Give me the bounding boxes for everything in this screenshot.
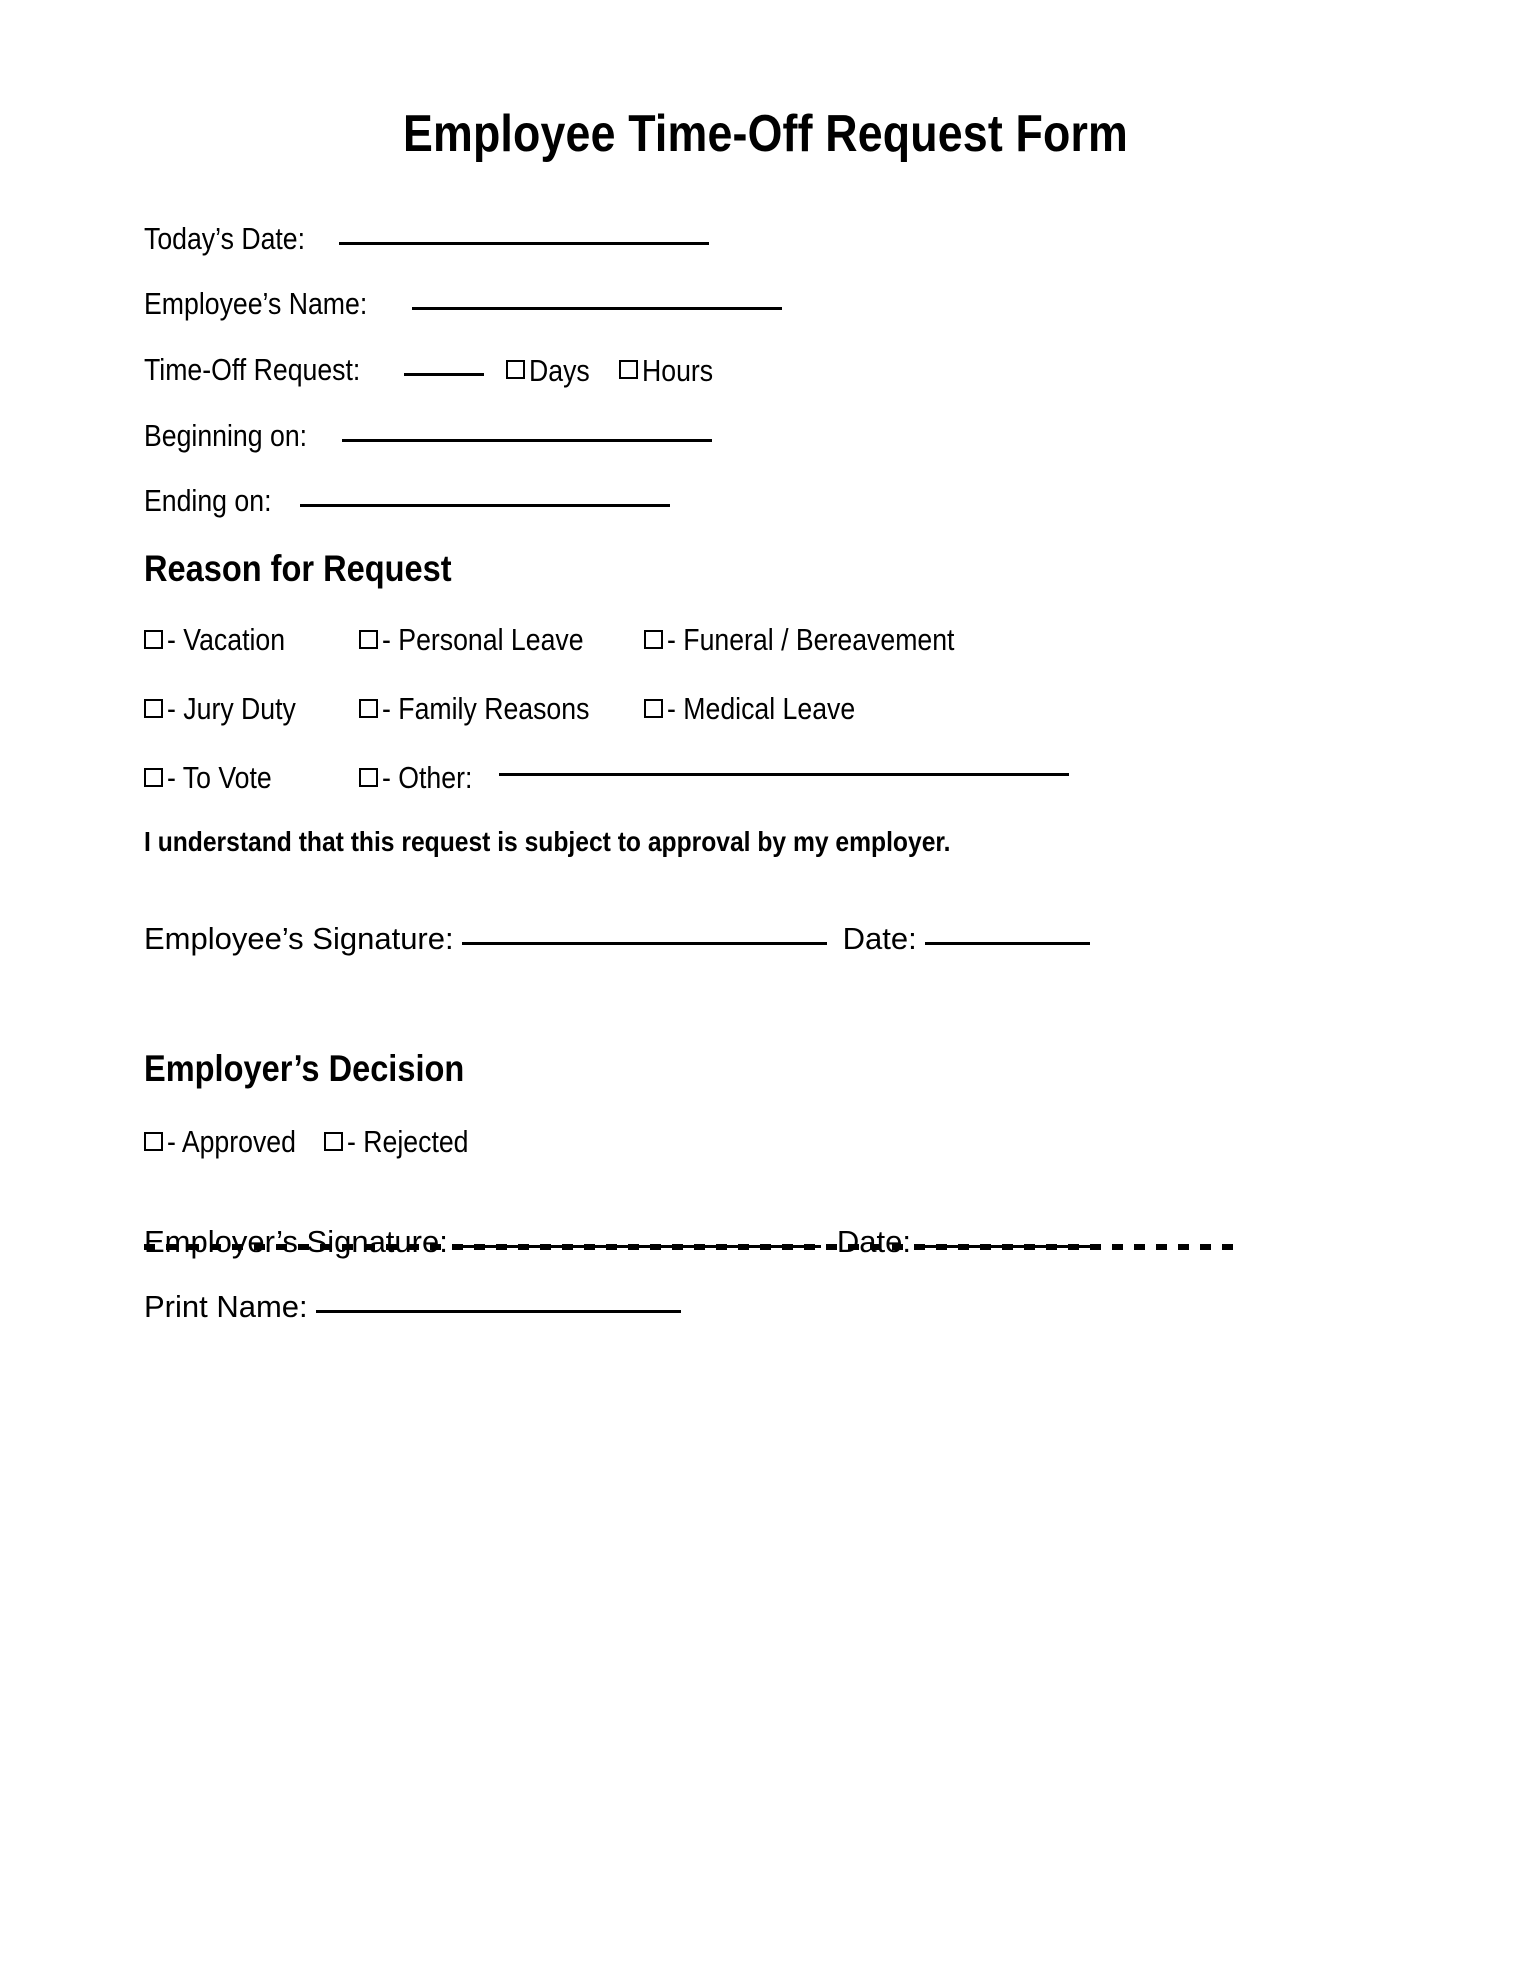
print-name-row: Print Name: xyxy=(144,1290,681,1324)
employer-section-heading-text: Employer’s Decision xyxy=(144,1048,465,1089)
employer-section-heading: Employer’s Decision xyxy=(144,1050,508,1087)
todays-date-input-rule[interactable] xyxy=(339,242,710,245)
reason-option-vacation-label: - Vacation xyxy=(167,622,286,657)
checkbox-icon-funeral-bereavement[interactable] xyxy=(644,629,663,649)
acknowledgement-statement-text: I understand that this request is subjec… xyxy=(144,826,951,857)
reason-option-jury-duty[interactable]: - Jury Duty xyxy=(144,692,317,726)
field-row-ending-on: Ending on: xyxy=(144,483,671,518)
checkbox-icon-family-reasons[interactable] xyxy=(359,698,378,718)
employer-signature-date-label: Date: xyxy=(836,1224,911,1259)
reason-option-medical-leave-label: - Medical Leave xyxy=(667,691,856,726)
ending-on-input-rule[interactable] xyxy=(300,504,671,507)
employee-signature-date-input-rule[interactable] xyxy=(924,942,1090,945)
reason-option-family-reasons-label: - Family Reasons xyxy=(382,691,590,726)
checkbox-icon-jury-duty[interactable] xyxy=(144,698,163,718)
form-page: Employee Time-Off Request Form Today’s D… xyxy=(0,0,1530,1980)
reason-option-medical-leave[interactable]: - Medical Leave xyxy=(644,692,886,726)
acknowledgement-statement: I understand that this request is subjec… xyxy=(144,828,1060,856)
employer-signature-input-rule[interactable] xyxy=(455,1245,821,1248)
todays-date-label: Today’s Date: xyxy=(144,221,306,256)
decision-option-approved-label: - Approved xyxy=(167,1124,296,1159)
reason-option-personal-leave[interactable]: - Personal Leave xyxy=(359,623,616,657)
time-off-unit-hours[interactable]: Hours xyxy=(619,352,725,388)
employer-signature-date-input-rule[interactable] xyxy=(918,1245,1099,1248)
field-row-beginning-on: Beginning on: xyxy=(144,419,712,453)
checkbox-icon-approved[interactable] xyxy=(144,1131,163,1151)
reason-option-other[interactable]: - Other: xyxy=(359,760,1070,795)
checkbox-icon-medical-leave[interactable] xyxy=(644,698,663,718)
beginning-on-input-rule[interactable] xyxy=(341,439,712,442)
time-off-request-label: Time-Off Request: xyxy=(144,352,361,387)
ending-on-label: Ending on: xyxy=(144,483,272,518)
checkbox-icon-personal-leave[interactable] xyxy=(359,629,378,649)
reason-other-input-rule[interactable] xyxy=(499,772,1070,776)
reason-option-personal-leave-label: - Personal Leave xyxy=(382,622,584,657)
time-off-unit-hours-label: Hours xyxy=(642,352,714,388)
employee-name-label: Employee’s Name: xyxy=(144,286,368,321)
checkbox-icon-rejected[interactable] xyxy=(324,1131,343,1151)
field-row-time-off-request: Time-Off Request: Days Hours xyxy=(144,353,725,388)
checkbox-icon-days[interactable] xyxy=(505,360,525,379)
reason-option-to-vote[interactable]: - To Vote xyxy=(144,761,289,795)
time-off-unit-days[interactable]: Days xyxy=(505,352,600,388)
reason-option-to-vote-label: - To Vote xyxy=(167,760,272,795)
checkbox-icon-to-vote[interactable] xyxy=(144,767,163,787)
print-name-input-rule[interactable] xyxy=(315,1310,681,1313)
employee-signature-label: Employee’s Signature: xyxy=(144,921,454,956)
print-name-label: Print Name: xyxy=(144,1289,308,1324)
reason-option-funeral-bereavement-label: - Funeral / Bereavement xyxy=(667,622,955,657)
reason-option-vacation[interactable]: - Vacation xyxy=(144,623,304,657)
field-row-employee-name: Employee’s Name: xyxy=(144,287,782,321)
employee-signature-row: Employee’s Signature: Date: xyxy=(144,922,1090,956)
reason-option-jury-duty-label: - Jury Duty xyxy=(167,691,296,726)
reason-option-family-reasons[interactable]: - Family Reasons xyxy=(359,692,623,726)
beginning-on-label: Beginning on: xyxy=(144,418,308,453)
decision-option-approved[interactable]: - Approved xyxy=(144,1125,317,1159)
employer-signature-row: Employer’s Signature: Date: xyxy=(144,1225,1099,1259)
page-title-text: Employee Time-Off Request Form xyxy=(402,105,1128,163)
reason-section-heading-text: Reason for Request xyxy=(144,548,452,589)
decision-option-rejected-label: - Rejected xyxy=(347,1124,469,1159)
checkbox-icon-other[interactable] xyxy=(359,767,378,787)
time-off-amount-input-rule[interactable] xyxy=(403,373,484,376)
field-row-todays-date: Today’s Date: xyxy=(144,221,710,256)
employer-signature-label: Employer’s Signature: xyxy=(144,1224,448,1259)
reason-section-heading: Reason for Request xyxy=(144,550,494,587)
page-title: Employee Time-Off Request Form xyxy=(0,108,1530,160)
checkbox-icon-hours[interactable] xyxy=(619,360,639,379)
decision-option-rejected[interactable]: - Rejected xyxy=(324,1125,488,1159)
checkbox-icon-vacation[interactable] xyxy=(144,629,163,649)
reason-option-funeral-bereavement[interactable]: - Funeral / Bereavement xyxy=(644,623,1001,657)
reason-option-other-label: - Other: xyxy=(382,760,473,795)
employee-signature-date-label: Date: xyxy=(842,921,917,956)
time-off-unit-days-label: Days xyxy=(528,352,590,388)
employee-signature-input-rule[interactable] xyxy=(461,942,827,945)
employee-name-input-rule[interactable] xyxy=(411,307,782,310)
